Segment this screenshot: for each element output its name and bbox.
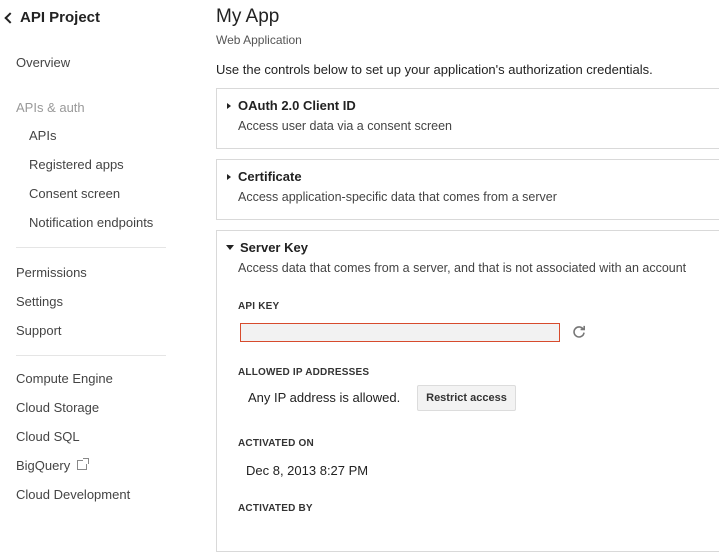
nav-notification-endpoints[interactable]: Notification endpoints [29, 215, 153, 230]
nav-settings[interactable]: Settings [16, 294, 63, 309]
nav-cloud-storage[interactable]: Cloud Storage [16, 400, 99, 415]
panel-server-key-title: Server Key [240, 240, 308, 255]
nav-compute-engine[interactable]: Compute Engine [16, 371, 113, 386]
panel-certificate-title: Certificate [238, 169, 302, 184]
nav-registered-apps[interactable]: Registered apps [29, 157, 124, 172]
sidebar: API Project Overview APIs & auth APIs Re… [0, 0, 180, 521]
nav-bigquery[interactable]: BigQuery [16, 458, 90, 473]
activated-on-value: Dec 8, 2013 8:27 PM [246, 463, 369, 478]
nav-permissions[interactable]: Permissions [16, 265, 87, 280]
sidebar-divider [16, 247, 166, 248]
activated-on-label: ACTIVATED ON [238, 438, 314, 449]
api-key-label: API KEY [238, 301, 280, 312]
nav-bigquery-label: BigQuery [16, 458, 71, 473]
panel-oauth-title: OAuth 2.0 Client ID [238, 98, 356, 113]
restrict-access-button[interactable]: Restrict access [417, 385, 516, 411]
intro-text: Use the controls below to set up your ap… [216, 62, 653, 77]
project-name: API Project [20, 9, 101, 26]
panel-certificate: Certificate Access application-specific … [216, 159, 719, 220]
external-link-icon [77, 458, 90, 470]
expand-arrow-icon [227, 173, 231, 180]
allowed-ips-label: ALLOWED IP ADDRESSES [238, 367, 370, 378]
collapse-arrow-icon [226, 245, 234, 250]
panel-server-key-header[interactable]: Server Key [226, 240, 308, 255]
nav-consent-screen[interactable]: Consent screen [29, 186, 120, 201]
panel-certificate-desc: Access application-specific data that co… [238, 190, 557, 204]
panel-server-key-desc: Access data that comes from a server, an… [238, 261, 687, 275]
panel-oauth-header[interactable]: OAuth 2.0 Client ID [227, 98, 356, 113]
panel-oauth-desc: Access user data via a consent screen [238, 119, 453, 133]
panel-certificate-header[interactable]: Certificate [227, 169, 302, 184]
nav-cloud-sql[interactable]: Cloud SQL [16, 429, 80, 444]
page-subtitle: Web Application [216, 33, 302, 47]
api-key-field[interactable] [240, 323, 560, 342]
activated-by-label: ACTIVATED BY [238, 503, 313, 514]
nav-section-apis-auth: APIs & auth [16, 100, 85, 115]
nav-cloud-development[interactable]: Cloud Development [16, 487, 130, 502]
nav-support[interactable]: Support [16, 323, 62, 338]
nav-overview[interactable]: Overview [16, 55, 70, 70]
nav-apis[interactable]: APIs [29, 128, 56, 143]
back-to-project-link[interactable]: API Project [4, 9, 100, 26]
regenerate-key-icon[interactable] [572, 325, 586, 339]
expand-arrow-icon [227, 102, 231, 109]
chevron-left-icon [4, 11, 16, 24]
panel-oauth-client-id: OAuth 2.0 Client ID Access user data via… [216, 88, 719, 149]
sidebar-divider [16, 355, 166, 356]
page-title: My App [216, 6, 280, 27]
allowed-ips-value: Any IP address is allowed. [248, 390, 401, 405]
